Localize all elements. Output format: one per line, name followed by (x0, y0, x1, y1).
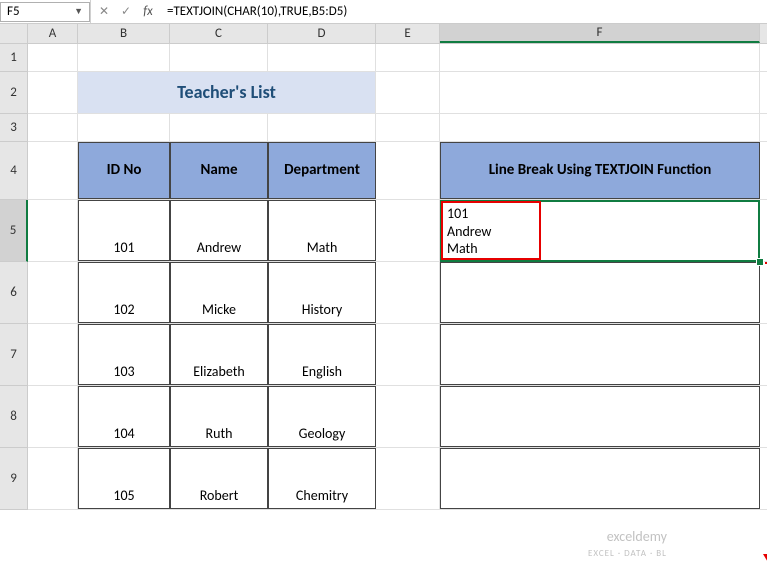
select-all-corner[interactable] (0, 24, 28, 43)
cell[interactable] (170, 44, 268, 71)
page-title[interactable]: Teacher's List (78, 72, 376, 113)
grid: 1 2 3 4 5 6 7 8 9 Teacher's List (0, 44, 767, 510)
th-id[interactable]: ID No (78, 142, 170, 199)
col-header-B[interactable]: B (78, 24, 170, 43)
cell-id[interactable]: 105 (78, 448, 170, 509)
cell[interactable] (376, 142, 440, 199)
formula-bar: F5 ▼ ✕ ✓ fx =TEXTJOIN(CHAR(10),TRUE,B5:D… (0, 0, 767, 24)
table-row: 103 Elizabeth English (28, 324, 767, 386)
cell-id[interactable]: 103 (78, 324, 170, 385)
cell[interactable] (28, 114, 78, 141)
formula-buttons: ✕ ✓ fx (91, 1, 161, 23)
watermark-text: exceldemy (607, 528, 667, 545)
cell[interactable] (268, 44, 376, 71)
row-header-3[interactable]: 3 (0, 114, 28, 142)
insert-function-button[interactable]: fx (137, 1, 159, 23)
cell[interactable] (376, 448, 440, 509)
cell-dept[interactable]: English (268, 324, 376, 385)
cell-id[interactable]: 104 (78, 386, 170, 447)
cell[interactable] (440, 114, 760, 141)
cells-area: Teacher's List ID No Name Department Lin… (28, 44, 767, 510)
fx-icon: fx (143, 4, 153, 19)
cell[interactable] (376, 262, 440, 323)
cell-result[interactable] (440, 386, 760, 447)
cell[interactable] (376, 386, 440, 447)
row-header-6[interactable]: 6 (0, 262, 28, 324)
col-header-E[interactable]: E (376, 24, 440, 43)
formula-input[interactable]: =TEXTJOIN(CHAR(10),TRUE,B5:D5) (161, 0, 767, 23)
cancel-formula-button[interactable]: ✕ (93, 1, 115, 23)
cell[interactable] (28, 44, 78, 71)
row-header-8[interactable]: 8 (0, 386, 28, 448)
row-header-2[interactable]: 2 (0, 72, 28, 114)
table-row: 104 Ruth Geology (28, 386, 767, 448)
enter-formula-button[interactable]: ✓ (115, 1, 137, 23)
cell[interactable] (28, 200, 78, 261)
table-row (28, 114, 767, 142)
row-headers: 1 2 3 4 5 6 7 8 9 (0, 44, 28, 510)
watermark: exceldemy EXCEL · DATA · BL (588, 529, 667, 560)
table-row: 102 Micke History (28, 262, 767, 324)
th-name[interactable]: Name (170, 142, 268, 199)
table-row (28, 44, 767, 72)
cell-id[interactable]: 101 (78, 200, 170, 261)
cell-name[interactable]: Andrew (170, 200, 268, 261)
cell-id[interactable]: 102 (78, 262, 170, 323)
cell[interactable] (376, 200, 440, 261)
row-header-9[interactable]: 9 (0, 448, 28, 510)
cell[interactable] (28, 386, 78, 447)
cell[interactable] (268, 114, 376, 141)
cell[interactable] (28, 262, 78, 323)
cell-result[interactable] (440, 262, 760, 323)
row-header-1[interactable]: 1 (0, 44, 28, 72)
cell[interactable] (376, 44, 440, 71)
name-box-value: F5 (7, 4, 20, 19)
cell[interactable] (78, 44, 170, 71)
chevron-down-icon[interactable]: ▼ (74, 6, 83, 17)
name-box-wrap: F5 ▼ (0, 0, 91, 23)
th-dept[interactable]: Department (268, 142, 376, 199)
watermark-sub: EXCEL · DATA · BL (588, 548, 667, 559)
cell-dept[interactable]: Math (268, 200, 376, 261)
cell-name[interactable]: Ruth (170, 386, 268, 447)
cancel-icon: ✕ (99, 4, 109, 19)
cell[interactable] (28, 324, 78, 385)
formula-text: =TEXTJOIN(CHAR(10),TRUE,B5:D5) (167, 4, 347, 19)
cell-result[interactable] (440, 324, 760, 385)
cell-dept[interactable]: Geology (268, 386, 376, 447)
name-box[interactable]: F5 ▼ (0, 2, 90, 22)
col-header-C[interactable]: C (170, 24, 268, 43)
th-result[interactable]: Line Break Using TEXTJOIN Function (440, 142, 760, 199)
cell[interactable] (78, 114, 170, 141)
table-row: 105 Robert Chemitry (28, 448, 767, 510)
col-header-A[interactable]: A (28, 24, 78, 43)
cell-dept[interactable]: History (268, 262, 376, 323)
col-header-F[interactable]: F (440, 24, 760, 43)
cell[interactable] (376, 72, 440, 113)
cell[interactable] (376, 114, 440, 141)
cell-name[interactable]: Micke (170, 262, 268, 323)
cell-result[interactable] (440, 448, 760, 509)
cell[interactable] (28, 448, 78, 509)
table-row: 101 Andrew Math 101 Andrew Math (28, 200, 767, 262)
cell[interactable] (440, 44, 760, 71)
table-row: ID No Name Department Line Break Using T… (28, 142, 767, 200)
column-headers: A B C D E F (0, 24, 767, 44)
check-icon: ✓ (121, 4, 131, 19)
row-header-5[interactable]: 5 (0, 200, 28, 262)
cell-dept[interactable]: Chemitry (268, 448, 376, 509)
cell[interactable] (170, 114, 268, 141)
table-row: Teacher's List (28, 72, 767, 114)
cell[interactable] (28, 142, 78, 199)
cell-name[interactable]: Elizabeth (170, 324, 268, 385)
fill-handle[interactable] (756, 258, 764, 266)
col-header-D[interactable]: D (268, 24, 376, 43)
cell[interactable] (376, 324, 440, 385)
row-header-7[interactable]: 7 (0, 324, 28, 386)
cell[interactable] (28, 72, 78, 113)
cell-name[interactable]: Robert (170, 448, 268, 509)
row-header-4[interactable]: 4 (0, 142, 28, 200)
cell-result[interactable]: 101 Andrew Math (440, 200, 760, 261)
cell[interactable] (440, 72, 760, 113)
